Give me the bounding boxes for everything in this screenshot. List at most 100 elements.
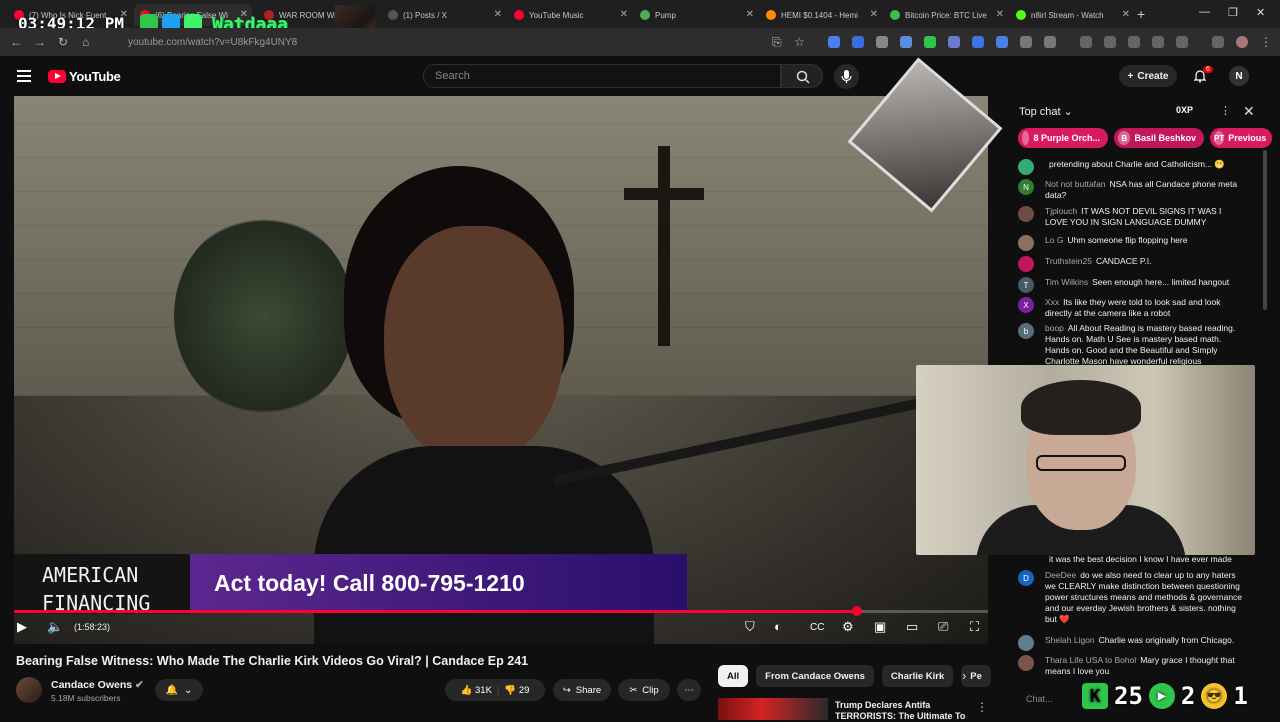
more-menu-icon[interactable]: ⋮ [1260,35,1272,49]
clip-button[interactable]: ✂ Clip [618,679,670,701]
like-button[interactable]: 👍 31K [461,685,492,696]
pump-favicon-icon [640,10,650,20]
notifications-subscribe-button[interactable]: 🔔 ⌄ [155,679,203,701]
tab-4[interactable]: YouTube Music ✕ [508,4,632,26]
home-icon[interactable]: ⌂ [82,35,89,49]
cast-icon[interactable]: ⎚ [938,619,948,635]
pinned-chip[interactable]: 8 Purple Orch... [1018,128,1108,148]
extension-icon[interactable] [924,36,936,48]
autoplay-toggle-icon[interactable]: ◐ [774,619,782,634]
dislike-button[interactable]: 👎 29 [504,685,529,696]
share-button[interactable]: ↪ Share [553,679,611,701]
new-tab-icon[interactable]: + [1137,6,1145,22]
scissors-icon: ✂ [629,684,638,696]
devtools-icon[interactable] [1128,36,1140,48]
progress-scrubber[interactable] [851,606,862,616]
play-icon[interactable]: ▶ [17,619,27,635]
more-vertical-icon[interactable]: ⋮ [976,700,988,714]
miniplayer-icon[interactable]: ▣ [874,619,886,635]
bookmark-star-icon[interactable]: ☆ [794,35,805,49]
sponsorblock-icon[interactable]: ⛉ [745,619,755,635]
reading-list-icon[interactable] [1176,36,1188,48]
pinned-chip[interactable]: B Basil Beshkov [1114,128,1204,148]
channel-name[interactable]: Candace Owens ✔ [51,679,144,691]
video-ad-banner[interactable]: AMERICAN FINANCING Act today! Call 800-7… [14,554,687,615]
extension-icon[interactable] [876,36,888,48]
volume-icon[interactable]: 🔈 [47,619,63,635]
extension-icon[interactable] [996,36,1008,48]
settings-gear-icon[interactable]: ⚙ [842,619,854,635]
extension-icon[interactable] [852,36,864,48]
profile-icon[interactable] [1236,36,1248,48]
theater-mode-icon[interactable]: ▭ [906,619,918,635]
channel-avatar[interactable] [16,677,42,703]
extensions-puzzle-icon[interactable] [1044,36,1056,48]
youtube-play-logo-icon [48,70,66,83]
tab-3[interactable]: (1) Posts / X ✕ [382,4,506,26]
history-icon[interactable] [1080,36,1092,48]
tab-7[interactable]: Bitcoin Price: BTC Live ✕ [884,4,1008,26]
voice-search-button[interactable] [834,64,859,89]
chip-all[interactable]: All [718,665,749,687]
install-icon[interactable]: ⎘ [772,35,782,50]
captions-icon[interactable]: CC [810,622,824,633]
tab-8[interactable]: n8irl Stream - Watch ✕ [1010,4,1134,26]
guide-menu-icon[interactable] [17,70,31,82]
search-input[interactable]: Search [423,64,781,88]
forward-icon[interactable]: → [34,35,46,49]
window-close-icon[interactable]: ✕ [1256,6,1265,19]
chat-text: Its like they were told to look sad and … [1045,297,1221,318]
close-tab-icon[interactable]: ✕ [996,9,1004,20]
chat-message: Tjplouch IT WAS NOT DEVIL SIGNS IT WAS I … [1018,206,1246,228]
extension-icon[interactable] [972,36,984,48]
more-actions-button[interactable]: ⋯ [677,679,701,701]
chat-text: Uhm someone flip flopping here [1067,235,1188,245]
close-tab-icon[interactable]: ✕ [620,9,628,20]
extension-icon[interactable] [900,36,912,48]
tab-6[interactable]: HEMI $0.1404 - Hemi ✕ [760,4,882,26]
chat-mode-dropdown[interactable]: Top chat ⌄ [1019,105,1073,118]
extension-icon[interactable] [1104,36,1116,48]
close-tab-icon[interactable]: ✕ [494,9,502,20]
create-button[interactable]: + Create [1119,65,1177,87]
video-progress-bar[interactable] [14,606,988,616]
extension-icon[interactable] [828,36,840,48]
fullscreen-icon[interactable]: ⛶ [970,619,979,635]
chat-message: Truthstein25 CANDACE P.I. [1018,256,1246,272]
stream-hud: K 25 ▶ 2 😎 1 [1082,680,1248,712]
chat-avatar: D [1018,570,1034,586]
kick-favicon-icon [1016,10,1026,20]
reload-icon[interactable]: ↻ [58,35,68,49]
youtube-logo[interactable]: YouTube [48,69,121,84]
xp-badge[interactable]: 0XP [1176,105,1193,115]
chat-avatar: b [1018,323,1034,339]
chat-scrollbar[interactable] [1263,150,1267,310]
youtube-music-favicon-icon [514,10,524,20]
chip-topic[interactable]: Charlie Kirk [881,665,954,687]
chip-from-channel[interactable]: From Candace Owens [756,665,874,687]
logo-text: YouTube [69,69,121,84]
close-tab-icon[interactable]: ✕ [746,9,754,20]
extension-icon[interactable] [948,36,960,48]
hud-play-icon: ▶ [1148,683,1175,709]
tab-5[interactable]: Pump ✕ [634,4,758,26]
sidebar-icon[interactable] [1152,36,1164,48]
address-bar[interactable]: youtube.com/watch?v=U8kFkg4UNY8 [104,33,814,51]
verified-check-icon: ✔ [135,679,144,691]
minimize-icon[interactable]: — [1199,6,1210,18]
account-avatar[interactable]: N [1229,66,1249,86]
menu-icon[interactable] [1212,36,1224,48]
pinned-chip[interactable]: PT Previous [1210,128,1272,148]
chat-input[interactable]: Chat... [1016,690,1086,708]
hud-emoji-icon: 😎 [1201,683,1228,709]
search-button[interactable] [781,64,823,88]
chevron-right-icon[interactable]: › [962,668,966,683]
back-icon[interactable]: ← [10,35,22,49]
extension-icon[interactable] [1020,36,1032,48]
recommended-video[interactable]: Trump Declares Antifa TERRORISTS: The Ul… [718,698,988,721]
chat-more-icon[interactable]: ⋮ [1220,104,1231,117]
maximize-icon[interactable]: ❐ [1228,6,1238,19]
close-tab-icon[interactable]: ✕ [870,9,878,20]
chat-close-icon[interactable]: ✕ [1243,103,1255,120]
close-tab-icon[interactable]: ✕ [1122,9,1130,20]
